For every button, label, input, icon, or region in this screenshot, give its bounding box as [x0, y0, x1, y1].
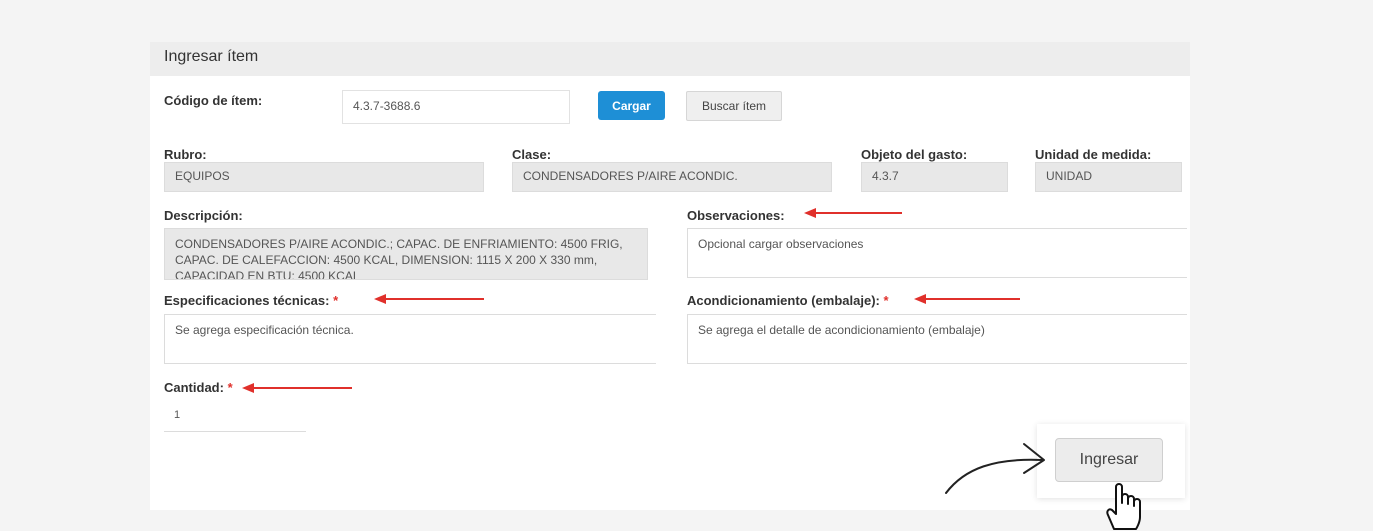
observaciones-textarea[interactable]: Opcional cargar observaciones [687, 228, 1187, 278]
ingresar-button[interactable]: Ingresar [1055, 438, 1163, 482]
unidad-medida-field: UNIDAD [1035, 162, 1182, 192]
acondicionamiento-label: Acondicionamiento (embalaje): * [687, 293, 889, 308]
descripcion-value: CONDENSADORES P/AIRE ACONDIC.; CAPAC. DE… [175, 237, 623, 280]
required-mark: * [227, 380, 233, 395]
pointer-hand-icon [1106, 483, 1141, 530]
objeto-gasto-label: Objeto del gasto: [861, 147, 968, 162]
cantidad-value: 1 [174, 409, 181, 421]
descripcion-label: Descripción: [164, 208, 243, 223]
especificaciones-textarea[interactable]: Se agrega especificación técnica. [164, 314, 656, 364]
panel-header: Ingresar ítem [150, 42, 1190, 76]
especificaciones-label-text: Especificaciones técnicas: [164, 293, 330, 308]
observaciones-label: Observaciones: [687, 208, 785, 223]
buscar-item-button[interactable]: Buscar ítem [686, 91, 782, 121]
cantidad-label-text: Cantidad: [164, 380, 224, 395]
especificaciones-label: Especificaciones técnicas: * [164, 293, 338, 308]
annotation-arrow-especificaciones [374, 294, 484, 304]
observaciones-value: Opcional cargar observaciones [698, 237, 864, 251]
rubro-field: EQUIPOS [164, 162, 484, 192]
codigo-input[interactable]: 4.3.7-3688.6 [342, 90, 570, 124]
rubro-label: Rubro: [164, 147, 207, 162]
panel-title: Ingresar ítem [164, 48, 259, 65]
codigo-value: 4.3.7-3688.6 [353, 99, 421, 113]
annotation-arrow-cantidad [242, 383, 352, 393]
clase-value: CONDENSADORES P/AIRE ACONDIC. [523, 169, 738, 183]
clase-label: Clase: [512, 147, 552, 162]
objeto-gasto-value: 4.3.7 [872, 169, 899, 183]
rubro-value: EQUIPOS [175, 169, 230, 183]
objeto-gasto-field: 4.3.7 [861, 162, 1008, 192]
unidad-medida-value: UNIDAD [1046, 169, 1093, 183]
annotation-arrow-acondicionamiento [914, 294, 1020, 304]
acondicionamiento-textarea[interactable]: Se agrega el detalle de acondicionamient… [687, 314, 1187, 364]
clase-field: CONDENSADORES P/AIRE ACONDIC. [512, 162, 832, 192]
unidad-medida-label: Unidad de medida: [1035, 147, 1152, 162]
especificaciones-value: Se agrega especificación técnica. [175, 323, 354, 337]
cantidad-label: Cantidad: * [164, 380, 233, 395]
curved-arrow-icon [945, 443, 1045, 494]
required-mark: * [333, 293, 339, 308]
cantidad-input[interactable]: 1 [164, 402, 306, 432]
required-mark: * [883, 293, 889, 308]
codigo-label: Código de ítem: [164, 93, 263, 108]
acondicionamiento-label-text: Acondicionamiento (embalaje): [687, 293, 880, 308]
descripcion-field: CONDENSADORES P/AIRE ACONDIC.; CAPAC. DE… [164, 228, 648, 280]
acondicionamiento-value: Se agrega el detalle de acondicionamient… [698, 323, 985, 337]
annotation-arrow-observaciones [804, 208, 902, 218]
cargar-button[interactable]: Cargar [598, 91, 665, 120]
